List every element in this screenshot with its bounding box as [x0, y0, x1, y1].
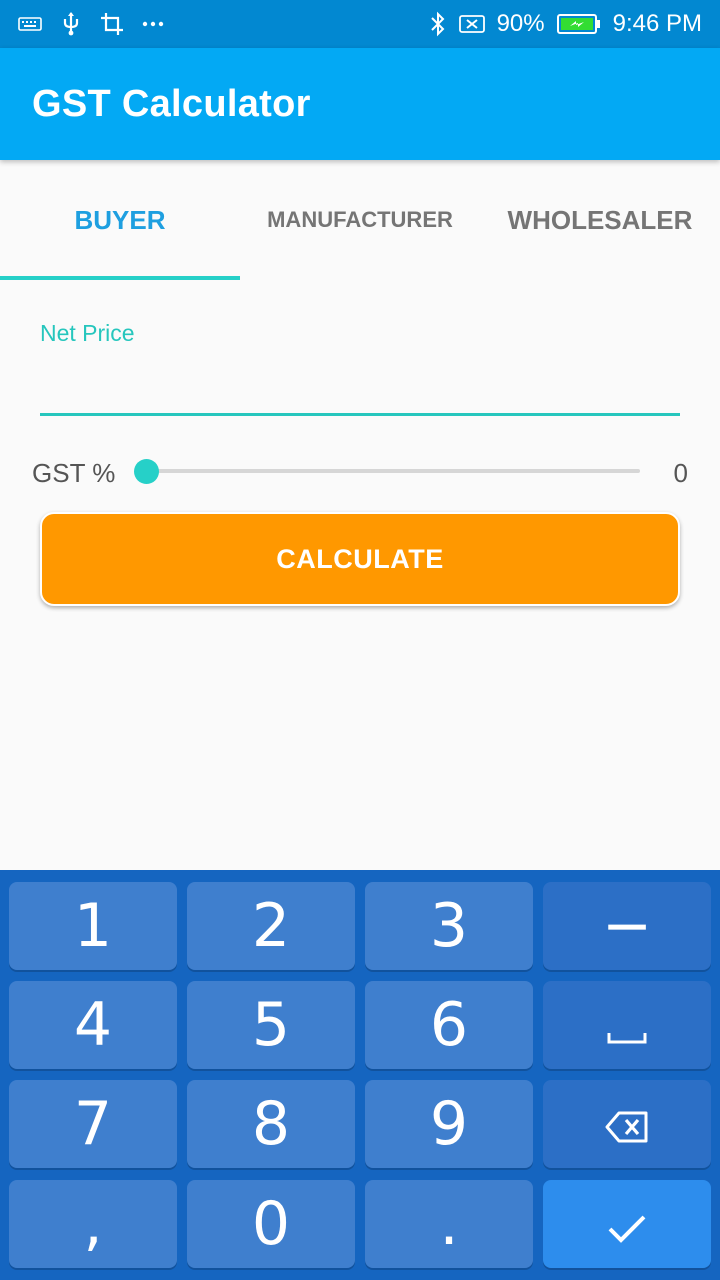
key-8[interactable]: 8	[187, 1080, 355, 1168]
key-comma[interactable]: ,	[9, 1180, 177, 1268]
tab-wholesaler[interactable]: WHOLESALER	[480, 160, 720, 280]
key-7[interactable]: 7	[9, 1080, 177, 1168]
key-6[interactable]: 6	[365, 981, 533, 1069]
net-price-label: Net Price	[40, 320, 135, 346]
key-2[interactable]: 2	[187, 882, 355, 970]
tab-manufacturer[interactable]: MANUFACTURER	[240, 160, 480, 280]
calculate-button[interactable]: CALCULATE	[40, 512, 680, 606]
app-title: GST Calculator	[32, 82, 311, 125]
backspace-icon	[605, 1089, 649, 1159]
key-3[interactable]: 3	[365, 882, 533, 970]
tab-bar: BUYER MANUFACTURER WHOLESALER	[0, 160, 720, 280]
gst-value: 0	[673, 458, 688, 488]
bluetooth-icon	[429, 11, 447, 37]
net-price-input[interactable]	[40, 360, 680, 416]
tab-label: WHOLESALER	[507, 204, 693, 235]
key-0[interactable]: 0	[187, 1180, 355, 1268]
key-period[interactable]: .	[365, 1180, 533, 1268]
key-1[interactable]: 1	[9, 882, 177, 970]
gst-label: GST %	[32, 458, 116, 488]
battery-percent: 90%	[496, 10, 545, 37]
key-4[interactable]: 4	[9, 981, 177, 1069]
tab-label: MANUFACTURER	[267, 207, 453, 232]
status-right-icons: 90% 9:46 PM	[429, 10, 702, 38]
crop-icon	[100, 12, 124, 36]
key-9[interactable]: 9	[365, 1080, 533, 1168]
no-sim-icon	[458, 14, 485, 34]
numeric-keyboard: 1 2 3 − 4 5 6 7 8 9 , 0 .	[0, 870, 720, 1280]
tab-buyer[interactable]: BUYER	[0, 160, 240, 280]
status-left-icons	[18, 11, 164, 37]
usb-icon	[60, 11, 82, 37]
key-minus[interactable]: −	[543, 882, 711, 970]
key-5[interactable]: 5	[187, 981, 355, 1069]
status-bar: 90% 9:46 PM	[0, 0, 720, 48]
gst-slider-thumb[interactable]	[133, 459, 159, 484]
battery-charging-icon	[556, 13, 601, 35]
key-backspace[interactable]	[543, 1080, 711, 1168]
space-icon	[607, 990, 647, 1060]
key-space[interactable]	[543, 981, 711, 1069]
tab-label: BUYER	[74, 204, 166, 235]
clock: 9:46 PM	[612, 10, 702, 37]
keyboard-icon	[18, 16, 42, 32]
gst-slider-track[interactable]	[146, 469, 640, 473]
checkmark-icon	[607, 1189, 647, 1259]
more-icon	[142, 20, 164, 28]
key-done[interactable]	[543, 1180, 711, 1268]
app-bar: GST Calculator	[0, 48, 720, 160]
